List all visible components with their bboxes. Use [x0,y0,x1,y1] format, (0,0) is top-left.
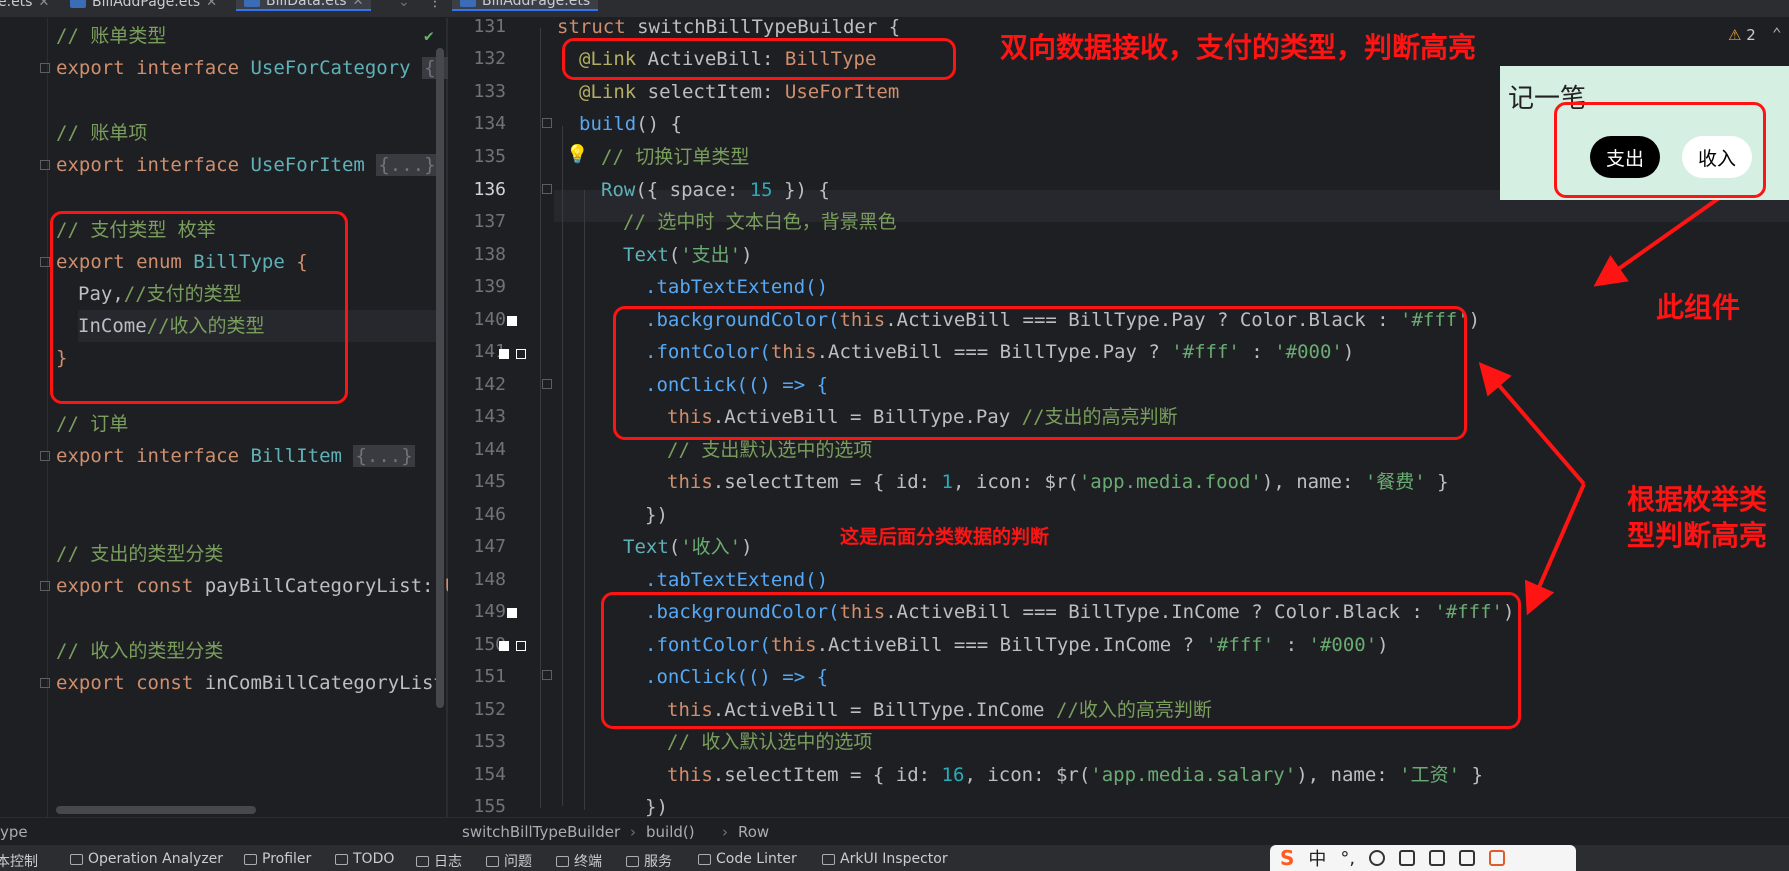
tool-profiler[interactable]: Profiler [244,851,311,867]
keyboard-icon[interactable] [1399,850,1416,866]
problems-icon [486,855,499,867]
tool-terminal[interactable]: 终端 [556,851,602,871]
annotation-box-preview [1554,102,1766,198]
breadcrumb-left: ype [0,823,28,841]
tool-arkui-inspector[interactable]: ArkUI Inspector [822,851,948,867]
tool-vcs[interactable]: 本控制 [0,851,38,871]
log-icon [416,855,429,867]
breadcrumb-item[interactable]: build() [646,823,695,841]
services-icon [626,855,639,867]
chevron-right-icon: › [630,823,636,841]
list-icon [335,853,348,865]
ime-toolbar[interactable]: S 中 °, [1270,845,1576,871]
inspector-icon [822,853,835,865]
tool-operation-analyzer[interactable]: Operation Analyzer [70,851,223,867]
tool-log[interactable]: 日志 [416,851,462,871]
breadcrumb: ype switchBillTypeBuilder › build() › Ro… [0,817,1789,845]
tool-code-linter[interactable]: Code Linter [698,851,797,867]
tool-todo[interactable]: TODO [335,851,394,867]
microphone-icon[interactable] [1369,850,1386,866]
grid-icon[interactable] [1459,850,1476,866]
arrow-to-income-block [1524,483,1586,616]
arrow-to-pay-block [1478,361,1586,486]
linter-icon [698,853,711,865]
arrow-to-component [1593,194,1724,287]
chevron-right-icon: › [722,823,728,841]
breadcrumb-item[interactable]: switchBillTypeBuilder [462,823,620,841]
tool-services[interactable]: 服务 [626,851,672,871]
tool-problems[interactable]: 问题 [486,851,532,871]
mascot-icon[interactable] [1489,850,1506,866]
terminal-icon [556,855,569,867]
chart-icon [70,853,83,865]
ui-preview-panel: 记一笔 支出 收入 [1500,66,1789,200]
punctuation-icon[interactable]: °, [1340,848,1355,869]
breadcrumb-item[interactable]: Row [738,823,769,841]
shirt-icon[interactable] [1429,850,1446,866]
ime-language-toggle[interactable]: 中 [1308,845,1326,871]
profiler-icon [244,853,257,865]
ime-logo-icon: S [1280,846,1295,870]
